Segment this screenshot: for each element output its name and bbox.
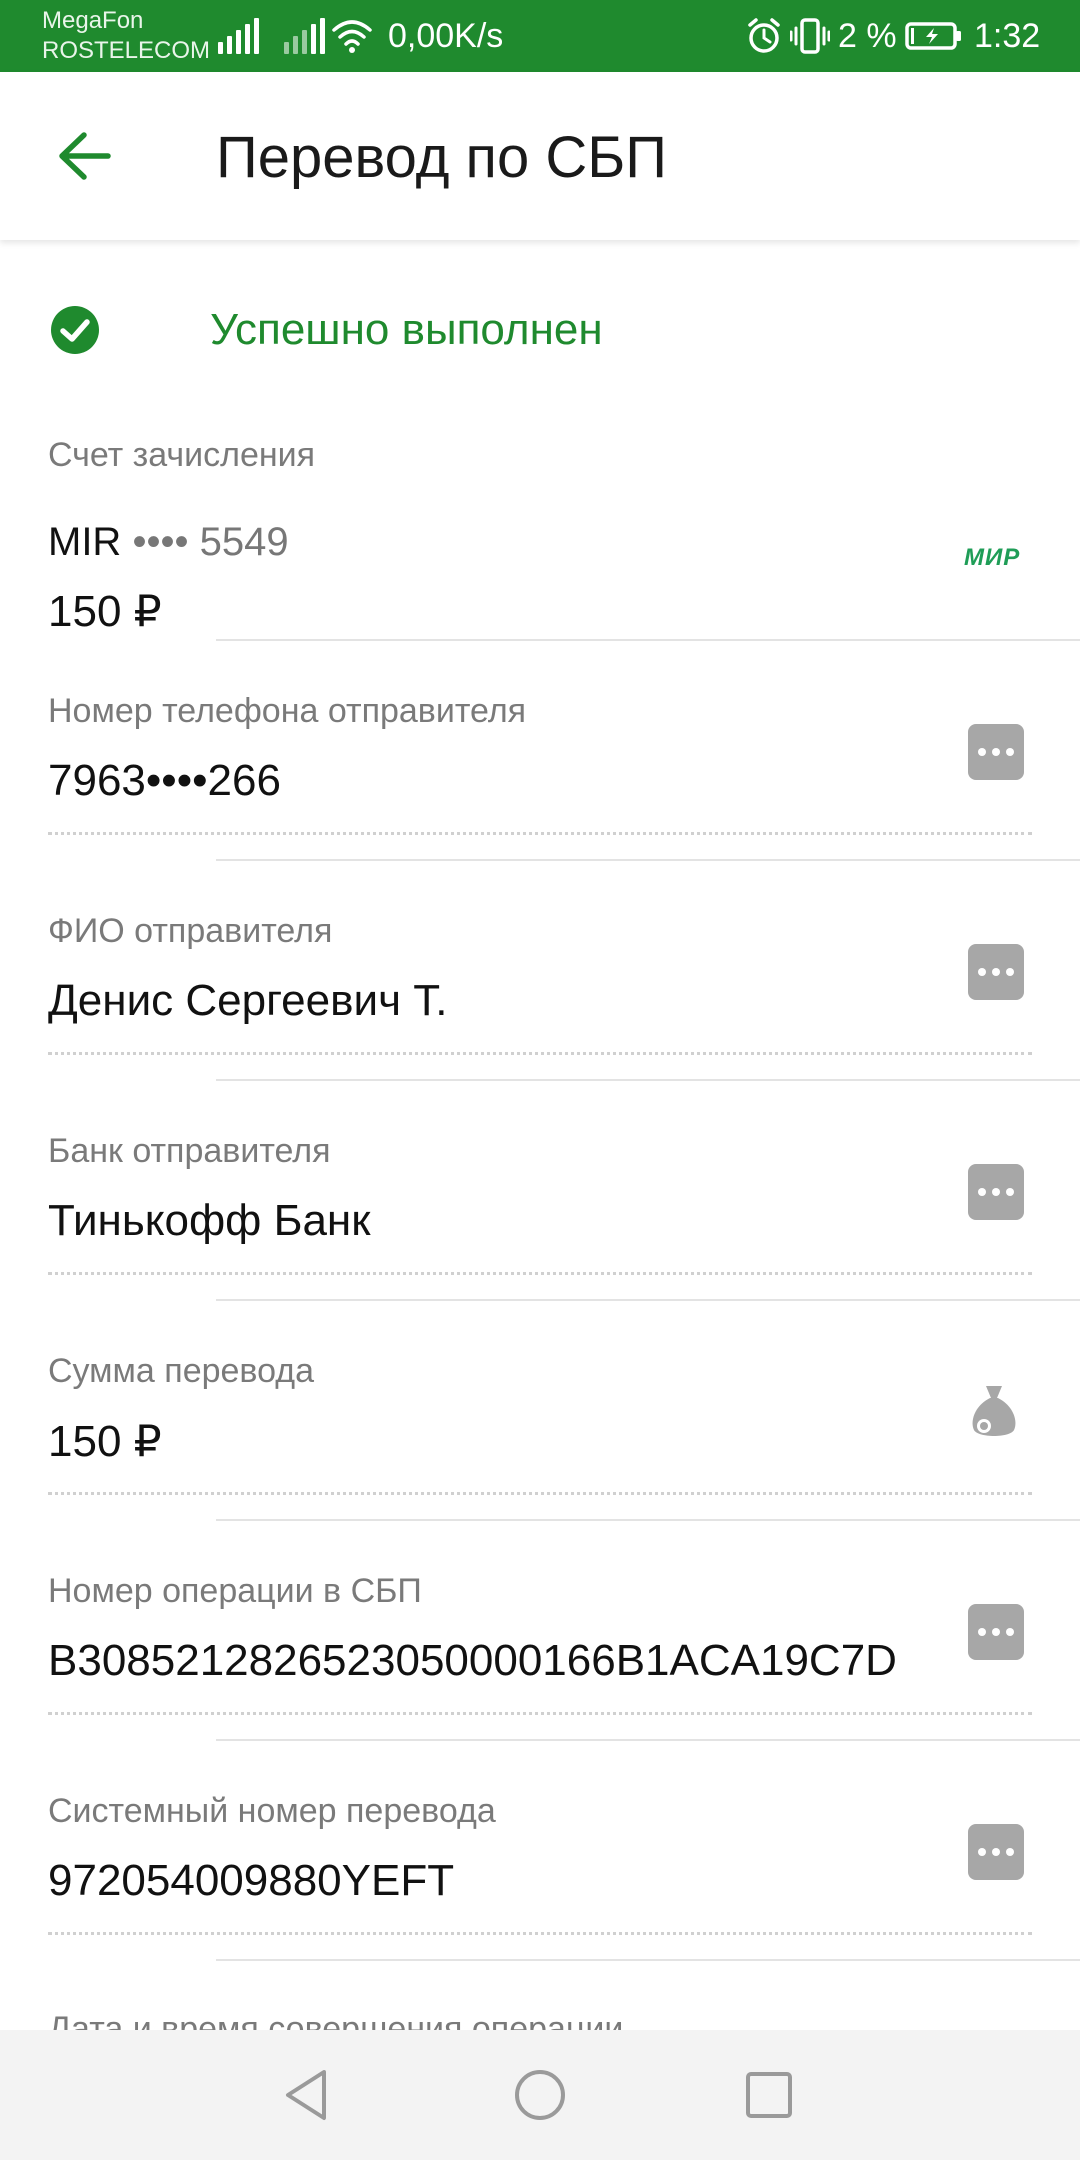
field-label-system-number: Системный номер перевода	[48, 1792, 496, 1830]
dotted-divider	[48, 832, 1032, 835]
field-value-phone: 7963••••266	[48, 756, 281, 805]
more-icon[interactable]	[968, 724, 1024, 780]
nav-home-button[interactable]	[505, 2060, 575, 2130]
app-bar: Перевод по СБП	[0, 72, 1080, 240]
signal-2-icon	[284, 16, 325, 54]
dotted-divider	[48, 1272, 1032, 1275]
nav-back-button[interactable]	[272, 2060, 342, 2130]
field-value-system-number: 972054009880YEFT	[48, 1856, 455, 1905]
circle-home-icon	[515, 2070, 565, 2120]
triangle-back-icon	[286, 2070, 326, 2120]
dotted-divider	[48, 1052, 1032, 1055]
wifi-icon	[332, 20, 372, 53]
page-title: Перевод по СБП	[216, 125, 667, 190]
field-label-phone: Номер телефона отправителя	[48, 692, 527, 730]
card-mask: •••• 5549	[132, 520, 289, 564]
back-button[interactable]	[48, 120, 120, 192]
clock: 1:32	[974, 17, 1041, 55]
card-system: MIR	[48, 520, 122, 564]
alarm-icon	[748, 18, 780, 53]
field-label-amount: Сумма перевода	[48, 1352, 315, 1390]
arrow-left-icon	[59, 132, 111, 180]
transfer-details[interactable]: Успешно выполнен Счет зачисления MIR •••…	[0, 240, 1080, 2030]
dotted-divider	[48, 1712, 1032, 1715]
square-recents-icon	[746, 2072, 792, 2118]
system-nav-bar	[0, 2030, 1080, 2160]
carrier-info: MegaFon ROSTELECOM	[42, 6, 210, 66]
divider	[216, 1519, 1080, 1521]
account-card[interactable]: MIR •••• 5549	[48, 520, 289, 565]
field-value-amount: 150 ₽	[48, 1417, 162, 1466]
status-text: Успешно выполнен	[210, 305, 603, 354]
account-label: Счет зачисления	[48, 436, 316, 474]
vibrate-icon	[790, 18, 830, 54]
divider	[216, 1079, 1080, 1081]
field-label-sbp-operation: Номер операции в СБП	[48, 1572, 422, 1610]
money-bag-icon	[972, 1386, 1016, 1436]
more-icon[interactable]	[968, 1164, 1024, 1220]
field-value-sender-bank: Тинькофф Банк	[48, 1196, 371, 1245]
carrier-2: ROSTELECOM	[42, 37, 211, 64]
battery-percent: 2 %	[838, 17, 897, 55]
status-bar: MegaFon ROSTELECOM 0,00K/s 2 % 1:32	[0, 0, 1080, 72]
field-value-sender-name: Денис Сергеевич Т.	[48, 976, 448, 1025]
check-circle-icon	[51, 306, 99, 354]
account-amount: 150 ₽	[48, 587, 162, 636]
more-icon[interactable]	[968, 1604, 1024, 1660]
more-icon[interactable]	[968, 1824, 1024, 1880]
divider	[216, 1299, 1080, 1301]
divider	[216, 639, 1080, 641]
divider	[216, 859, 1080, 861]
dotted-divider	[48, 1492, 1032, 1495]
more-icon[interactable]	[968, 944, 1024, 1000]
carrier-1: MegaFon	[42, 7, 144, 34]
field-label-sender-bank: Банк отправителя	[48, 1132, 331, 1170]
divider	[216, 1739, 1080, 1741]
divider	[216, 1959, 1080, 1961]
mir-logo: МИР	[964, 544, 1021, 571]
signal-1-icon	[218, 16, 259, 54]
nav-recents-button[interactable]	[734, 2060, 804, 2130]
transfer-status: Успешно выполнен	[0, 280, 1080, 360]
field-value-sbp-operation: B3085212826523050000166B1ACA19C7D	[48, 1636, 897, 1685]
net-speed: 0,00K/s	[388, 17, 504, 55]
field-label-datetime: Дата и время совершения операции	[48, 2010, 624, 2030]
field-label-sender-name: ФИО отправителя	[48, 912, 333, 950]
dotted-divider	[48, 1932, 1032, 1935]
battery-charging-icon	[905, 22, 961, 50]
